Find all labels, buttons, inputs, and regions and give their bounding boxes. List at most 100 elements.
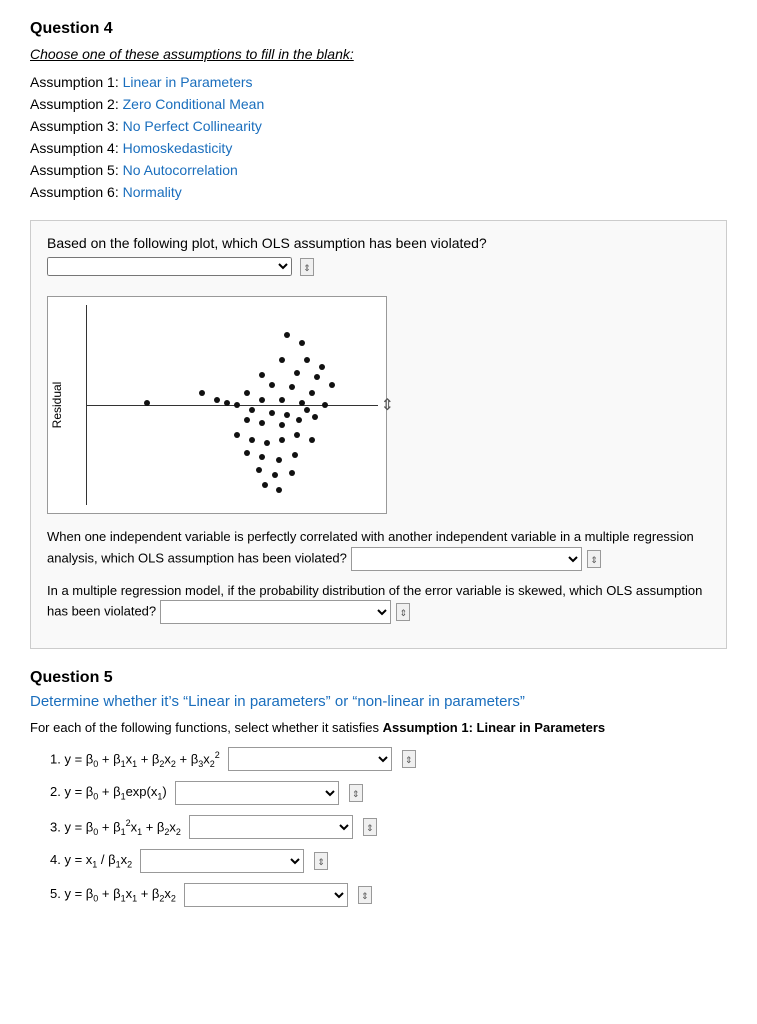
assumption-1: Assumption 1: Linear in Parameters <box>30 74 727 90</box>
dot <box>234 432 240 438</box>
q4-skewed-select-wrapper: Assumption 1: Linear in Parameters Assum… <box>160 600 411 624</box>
dot <box>269 382 275 388</box>
dot <box>259 454 265 460</box>
assumption-3: Assumption 3: No Perfect Collinearity <box>30 118 727 134</box>
collinearity-select-spinner: ⇕ <box>587 550 601 568</box>
function-2-select[interactable]: Linear in Parameters Non-linear in Param… <box>175 781 339 805</box>
assumption-4: Assumption 4: Homoskedasticity <box>30 140 727 156</box>
dot <box>199 390 205 396</box>
function-4-spinner: ⇕ <box>314 852 328 870</box>
dot <box>312 414 318 420</box>
function-item-2: 2. y = β0 + β1exp(x1) Linear in Paramete… <box>50 781 727 805</box>
dot <box>279 422 285 428</box>
plot-question-row: Based on the following plot, which OLS a… <box>47 235 710 276</box>
plot-y-label: Residual <box>50 382 64 429</box>
q4-skewed-row: In a multiple regression model, if the p… <box>47 581 710 625</box>
dot <box>244 417 250 423</box>
question5-section: Question 5 Determine whether it’s “Linea… <box>30 669 727 907</box>
dot <box>224 400 230 406</box>
plot-question-select[interactable]: Assumption 1: Linear in Parameters Assum… <box>47 257 292 276</box>
dot <box>244 390 250 396</box>
dot <box>259 372 265 378</box>
q4-collinearity-row: When one independent variable is perfect… <box>47 527 710 571</box>
dot <box>276 457 282 463</box>
question5-subheader: Determine whether it’s “Linear in parame… <box>30 693 727 710</box>
function-item-1: 1. y = β0 + β1x1 + β2x2 + β3x22 Linear i… <box>50 747 727 771</box>
function-1-label: 1. y = β0 + β1x1 + β2x2 + β3x22 <box>50 750 220 769</box>
dot <box>309 390 315 396</box>
dot <box>214 397 220 403</box>
assumption-5: Assumption 5: No Autocorrelation <box>30 162 727 178</box>
function-list: 1. y = β0 + β1x1 + β2x2 + β3x22 Linear i… <box>30 747 727 907</box>
dot <box>276 487 282 493</box>
scatter-plot: Residual <box>47 296 387 514</box>
function-1-spinner: ⇕ <box>402 750 416 768</box>
dot <box>234 402 240 408</box>
question5-desc: For each of the following functions, sel… <box>30 720 727 735</box>
plot-question-text: Based on the following plot, which OLS a… <box>47 235 487 251</box>
dot <box>284 412 290 418</box>
function-item-3: 3. y = β0 + β12x1 + β2x2 Linear in Param… <box>50 815 727 839</box>
dot <box>319 364 325 370</box>
function-3-label: 3. y = β0 + β12x1 + β2x2 <box>50 818 181 837</box>
function-2-spinner: ⇕ <box>349 784 363 802</box>
q4-collinearity-select-wrapper: Assumption 1: Linear in Parameters Assum… <box>351 547 602 571</box>
q5-desc-text: For each of the following functions, sel… <box>30 720 383 735</box>
horizontal-axis <box>87 405 378 406</box>
q4-collinearity-select[interactable]: Assumption 1: Linear in Parameters Assum… <box>351 547 582 571</box>
dot <box>144 400 150 406</box>
question4-box: Based on the following plot, which OLS a… <box>30 220 727 649</box>
dot <box>259 420 265 426</box>
dot <box>309 437 315 443</box>
dot <box>272 472 278 478</box>
dot <box>279 437 285 443</box>
dot <box>329 382 335 388</box>
dot <box>304 407 310 413</box>
question4-title: Question 4 <box>30 20 727 38</box>
dot <box>284 332 290 338</box>
q5-desc-bold: Assumption 1: Linear in Parameters <box>383 720 606 735</box>
function-item-5: 5. y = β0 + β1x1 + β2x2 Linear in Parame… <box>50 883 727 907</box>
skewed-select-spinner: ⇕ <box>396 603 410 621</box>
dot <box>296 417 302 423</box>
instruction-text: Choose one of these assumptions to fill … <box>30 46 727 62</box>
function-4-label: 4. y = x1 / β1x2 <box>50 852 132 870</box>
dot <box>262 482 268 488</box>
assumption-2: Assumption 2: Zero Conditional Mean <box>30 96 727 112</box>
dot <box>259 397 265 403</box>
dot <box>299 400 305 406</box>
question5-title: Question 5 <box>30 669 727 687</box>
function-3-select[interactable]: Linear in Parameters Non-linear in Param… <box>189 815 353 839</box>
q4-skewed-select[interactable]: Assumption 1: Linear in Parameters Assum… <box>160 600 391 624</box>
dot <box>279 397 285 403</box>
dot <box>292 452 298 458</box>
dot <box>289 384 295 390</box>
plot-scroll-indicator: ⇕ <box>381 395 394 415</box>
function-5-select[interactable]: Linear in Parameters Non-linear in Param… <box>184 883 348 907</box>
plot-select-spinner: ⇕ <box>300 258 314 276</box>
dot <box>299 340 305 346</box>
dot <box>244 450 250 456</box>
dot <box>269 410 275 416</box>
dot <box>249 437 255 443</box>
assumption-list: Assumption 1: Linear in Parameters Assum… <box>30 74 727 200</box>
assumption-6: Assumption 6: Normality <box>30 184 727 200</box>
dot <box>314 374 320 380</box>
dot <box>294 370 300 376</box>
dot <box>249 407 255 413</box>
dot <box>304 357 310 363</box>
function-5-label: 5. y = β0 + β1x1 + β2x2 <box>50 886 176 904</box>
plot-area: ⇕ <box>86 305 378 505</box>
function-5-spinner: ⇕ <box>358 886 372 904</box>
function-2-label: 2. y = β0 + β1exp(x1) <box>50 784 167 802</box>
dot <box>294 432 300 438</box>
function-4-select[interactable]: Linear in Parameters Non-linear in Param… <box>140 849 304 873</box>
dot <box>289 470 295 476</box>
function-3-spinner: ⇕ <box>363 818 377 836</box>
dot <box>264 440 270 446</box>
dot <box>279 357 285 363</box>
function-item-4: 4. y = x1 / β1x2 Linear in Parameters No… <box>50 849 727 873</box>
dot <box>256 467 262 473</box>
dot <box>322 402 328 408</box>
function-1-select[interactable]: Linear in Parameters Non-linear in Param… <box>228 747 392 771</box>
